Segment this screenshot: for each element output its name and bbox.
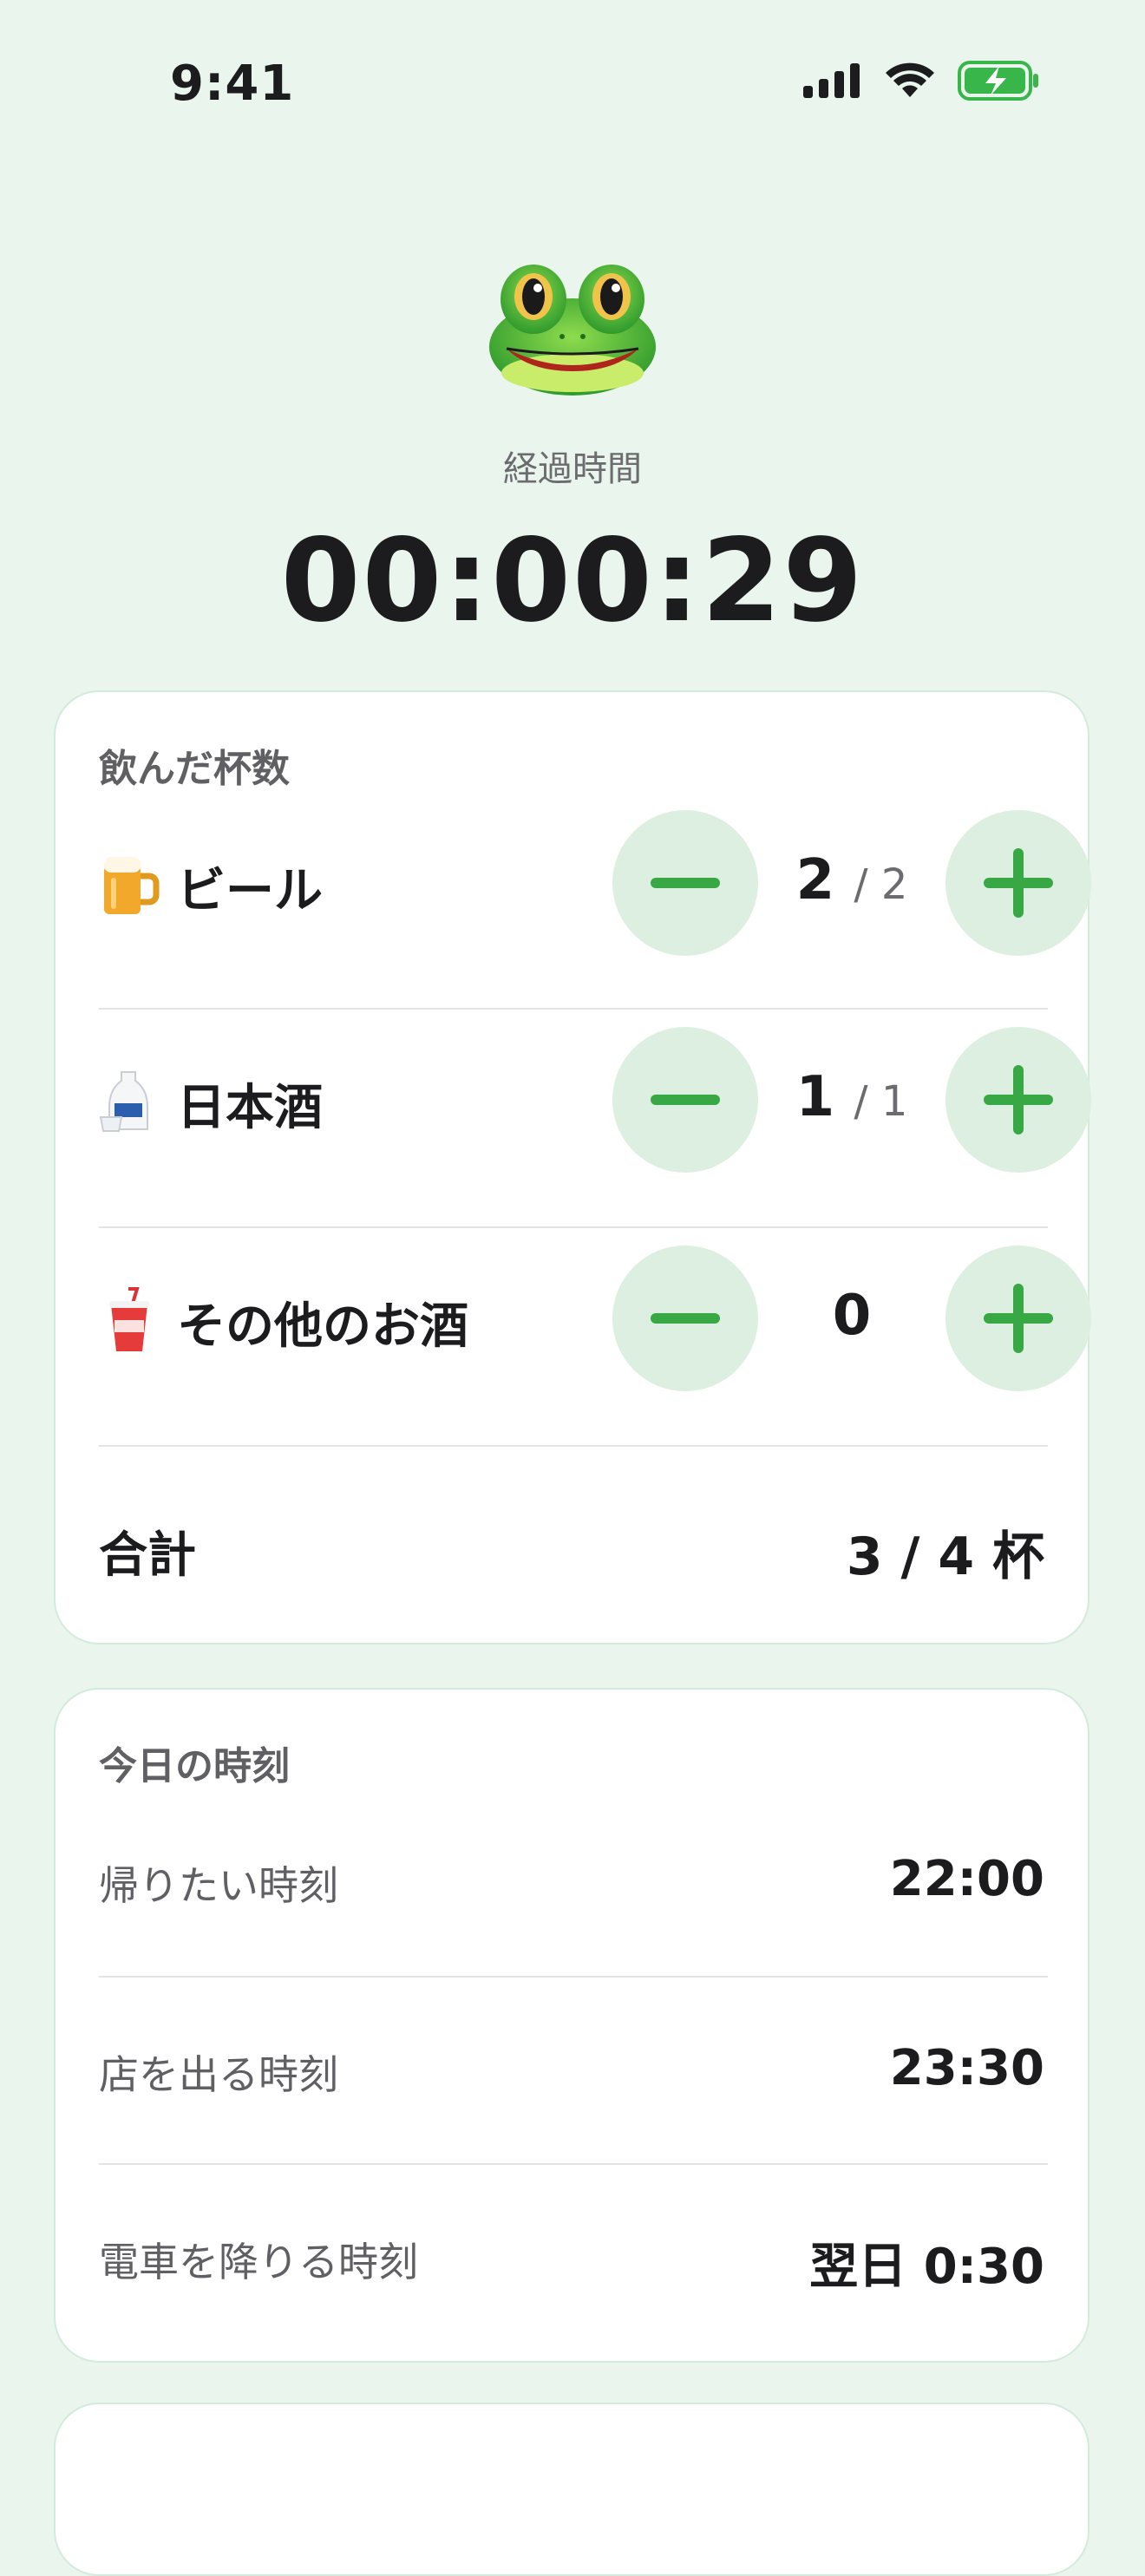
drink-row-beer: ビール 2 / 2 [99, 810, 1091, 1032]
wifi-icon [886, 62, 934, 97]
plus-icon-vertical [1013, 1065, 1024, 1134]
status-icons [803, 61, 1039, 101]
count-limit: / 1 [854, 1077, 908, 1126]
drink-row-sake: 日本酒 1 / 1 [99, 1027, 1091, 1251]
time-row-value-leave-shop[interactable]: 23:30 [890, 2040, 1044, 2096]
hero [0, 252, 1145, 402]
settings-card-peek [54, 2403, 1089, 2576]
elapsed-label: 経過時間 [503, 449, 642, 489]
sake-icon [99, 1071, 148, 1132]
count-limit: / 2 [854, 860, 908, 909]
decrement-other-button[interactable] [612, 1246, 758, 1391]
divider [99, 1226, 1048, 1228]
drink-count-beer: 2 / 2 [758, 848, 945, 912]
times-card: 今日の時刻 帰りたい時刻 22:00 店を出る時刻 23:30 電車を降りる時刻… [54, 1688, 1089, 2363]
divider [99, 1976, 1048, 1978]
status-time: 9:41 [170, 56, 295, 112]
times-section-title: 今日の時刻 [99, 1744, 290, 1788]
elapsed-timer: 00:00:29 [280, 514, 865, 648]
count-value: 1 [795, 1065, 835, 1129]
divider [99, 1008, 1048, 1010]
decrement-beer-button[interactable] [612, 810, 758, 956]
time-row-label-return: 帰りたい時刻 [99, 1862, 338, 1909]
plus-icon-vertical [1013, 848, 1024, 918]
increment-sake-button[interactable] [945, 1027, 1091, 1173]
time-row-label-train-arrival: 電車を降りる時刻 [99, 2239, 418, 2285]
time-row-value-return[interactable]: 22:00 [890, 1851, 1044, 1907]
minus-icon [651, 1095, 720, 1105]
plus-icon-vertical [1013, 1284, 1024, 1353]
beer-mug-icon [104, 857, 160, 914]
divider [99, 2163, 1048, 2165]
drinks-card: 飲んだ杯数 ビール 2 / 2 日本酒 1 / 1 その他のお酒 0 合計 3 … [54, 690, 1091, 1644]
drink-count-other: 0 [758, 1284, 945, 1348]
battery-charging-icon [958, 61, 1038, 101]
cup-with-straw-icon [109, 1287, 149, 1351]
time-row-label-leave-shop: 店を出る時刻 [99, 2051, 338, 2098]
drink-name-other: その他のお酒 [177, 1298, 468, 1355]
decrement-sake-button[interactable] [612, 1027, 758, 1173]
drink-count-sake: 1 / 1 [758, 1065, 945, 1129]
drink-row-other: その他のお酒 0 [99, 1246, 1091, 1469]
drinks-section-title: 飲んだ杯数 [99, 747, 290, 791]
drink-name-sake: 日本酒 [177, 1080, 323, 1136]
divider [99, 1445, 1048, 1447]
increment-other-button[interactable] [945, 1246, 1091, 1391]
total-label: 合計 [99, 1527, 196, 1584]
time-row-value-train-arrival[interactable]: 翌日 0:30 [809, 2227, 1044, 2298]
frog-face-icon [489, 265, 656, 396]
status-bar: 9:41 [0, 0, 1145, 165]
signal-icon [803, 63, 860, 98]
count-value: 0 [832, 1284, 872, 1348]
drink-name-beer: ビール [177, 863, 323, 919]
minus-icon [651, 878, 720, 888]
minus-icon [651, 1313, 720, 1324]
increment-beer-button[interactable] [945, 810, 1091, 956]
total-value: 3 / 4 杯 [846, 1527, 1044, 1587]
count-value: 2 [795, 848, 835, 912]
